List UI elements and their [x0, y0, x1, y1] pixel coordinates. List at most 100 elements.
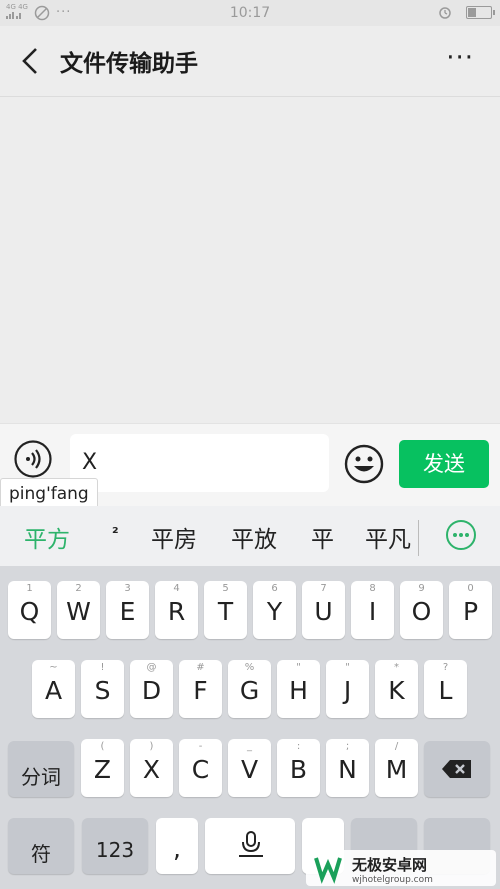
- key-y[interactable]: 6Y: [253, 581, 296, 639]
- key-s[interactable]: ! S: [81, 660, 124, 718]
- key-label: A: [44, 676, 63, 705]
- backspace-key[interactable]: [424, 741, 490, 797]
- key-hint: 4: [173, 583, 180, 594]
- key-hint: 5: [222, 583, 229, 594]
- key-label: H: [289, 676, 308, 705]
- key-m[interactable]: / M: [375, 739, 418, 797]
- chevron-left-icon[interactable]: [18, 46, 42, 76]
- key-label: B: [289, 755, 308, 784]
- key-u[interactable]: 7U: [302, 581, 345, 639]
- watermark-logo: 无极安卓网 wjhotelgroup.com: [306, 850, 496, 886]
- key-label: W: [66, 597, 91, 626]
- key-h[interactable]: " H: [277, 660, 320, 718]
- keyboard: 1Q2W3E4R5T6Y7U8I9O0P ~ A! S @ D # F% G " H " J * K? L …: [0, 566, 500, 889]
- key-label: S: [94, 676, 111, 705]
- key-hint: 0: [467, 583, 474, 594]
- key-hint: 9: [418, 583, 425, 594]
- candidate-item[interactable]: 平方: [24, 520, 70, 554]
- key-q[interactable]: 1Q: [8, 581, 51, 639]
- key-hint: ~: [49, 662, 58, 673]
- key-label: I: [368, 597, 377, 626]
- key-c[interactable]: -C: [179, 739, 222, 797]
- candidate-item[interactable]: ²: [112, 524, 119, 542]
- key-hint: :: [296, 741, 301, 752]
- key-label: N: [338, 755, 357, 784]
- battery-icon: [466, 5, 495, 19]
- key-hint: 7: [320, 583, 327, 594]
- key-e[interactable]: 3E: [106, 581, 149, 639]
- key-f[interactable]: # F: [179, 660, 222, 718]
- key-g[interactable]: % G: [228, 660, 271, 718]
- key-i[interactable]: 8I: [351, 581, 394, 639]
- key-label: F: [193, 676, 208, 705]
- microphone-icon: [239, 831, 263, 857]
- candidate-item[interactable]: 平放: [231, 520, 277, 554]
- symbol-key[interactable]: 符: [8, 818, 74, 874]
- key-label: L: [438, 676, 453, 705]
- key-hint: _: [247, 741, 252, 752]
- key-x[interactable]: ) X: [130, 739, 173, 797]
- key-z[interactable]: (Z: [81, 739, 124, 797]
- key-label: X: [142, 755, 161, 784]
- key-hint: @: [146, 662, 157, 673]
- key-hint: ": [296, 662, 301, 673]
- key-label: Y: [266, 597, 283, 626]
- key-hint: !: [100, 662, 105, 673]
- backspace-icon: [442, 760, 471, 778]
- key-label: M: [385, 755, 408, 784]
- key-v[interactable]: _ V: [228, 739, 271, 797]
- svg-text:无极安卓网: 无极安卓网: [351, 856, 427, 874]
- key-hint: 1: [26, 583, 33, 594]
- comma-key[interactable]: ,: [156, 818, 198, 874]
- status-bar: 4G 4G ··· 10:17: [0, 0, 500, 26]
- voice-input-icon[interactable]: [14, 440, 52, 478]
- more-options-button[interactable]: ···: [446, 45, 474, 71]
- key-l[interactable]: ? L: [424, 660, 467, 718]
- emoji-icon[interactable]: [344, 444, 384, 484]
- key-hint: (: [100, 741, 105, 752]
- page-title: 文件传输助手: [60, 51, 198, 77]
- chat-header: 文件传输助手 ···: [0, 26, 500, 97]
- key-hint: ;: [345, 741, 350, 752]
- space-key[interactable]: [205, 818, 295, 874]
- key-hint: ": [345, 662, 350, 673]
- key-label: P: [462, 597, 479, 626]
- candidate-divider: [418, 520, 419, 556]
- key-hint: %: [244, 662, 255, 673]
- candidate-item[interactable]: 平凡: [365, 520, 411, 554]
- key-label: V: [240, 755, 259, 784]
- key-o[interactable]: 9O: [400, 581, 443, 639]
- candidate-item[interactable]: 平: [311, 520, 334, 554]
- key-label: C: [191, 755, 210, 784]
- key-hint: 3: [124, 583, 131, 594]
- alarm-icon: [439, 7, 451, 19]
- key-label: T: [217, 597, 234, 626]
- candidate-more-icon[interactable]: [446, 520, 476, 550]
- key-r[interactable]: 4R: [155, 581, 198, 639]
- svg-text:wjhotelgroup.com: wjhotelgroup.com: [352, 875, 433, 885]
- number-key[interactable]: 123: [82, 818, 148, 874]
- key-k[interactable]: * K: [375, 660, 418, 718]
- key-n[interactable]: ; N: [326, 739, 369, 797]
- key-label: Z: [93, 755, 112, 784]
- key-d[interactable]: @ D: [130, 660, 173, 718]
- key-p[interactable]: 0P: [449, 581, 492, 639]
- key-a[interactable]: ~ A: [32, 660, 75, 718]
- key-hint: /: [394, 741, 399, 752]
- segment-key[interactable]: 分词: [8, 741, 74, 797]
- key-label: U: [314, 597, 333, 626]
- key-hint: 6: [271, 583, 278, 594]
- key-b[interactable]: :B: [277, 739, 320, 797]
- key-w[interactable]: 2W: [57, 581, 100, 639]
- candidate-item[interactable]: 平房: [151, 520, 197, 554]
- status-time: 10:17: [229, 5, 271, 21]
- message-input[interactable]: X: [70, 434, 329, 492]
- send-button[interactable]: 发送: [399, 440, 489, 488]
- key-t[interactable]: 5T: [204, 581, 247, 639]
- chat-messages-area[interactable]: [0, 97, 500, 423]
- key-label: D: [141, 676, 162, 705]
- key-label: O: [411, 597, 432, 626]
- key-j[interactable]: " J: [326, 660, 369, 718]
- key-label: K: [388, 676, 405, 705]
- key-hint: -: [198, 741, 203, 752]
